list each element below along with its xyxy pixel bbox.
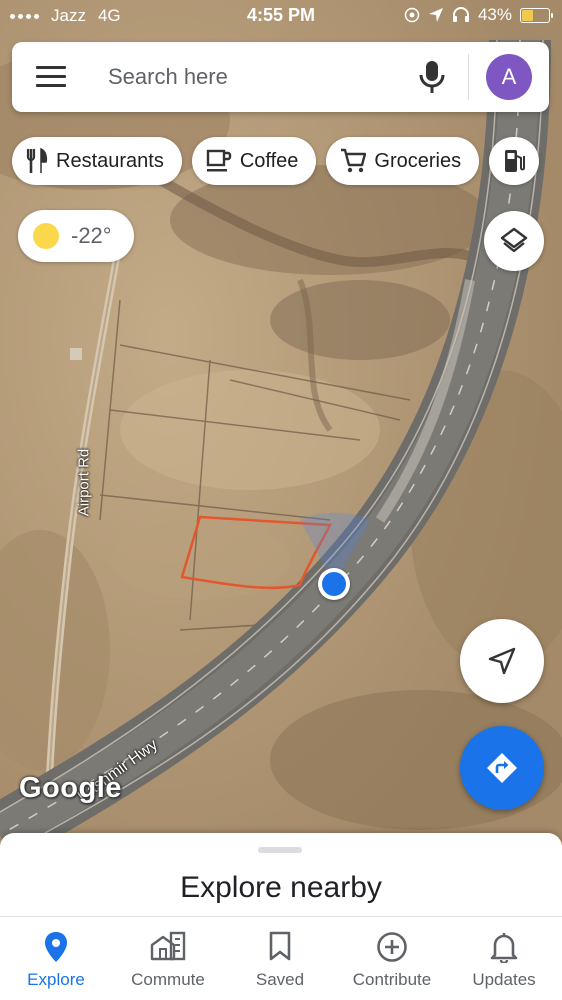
nav-label: Contribute <box>352 970 432 989</box>
nav-saved[interactable]: Saved <box>224 917 336 1000</box>
gas-station-icon <box>505 150 526 172</box>
status-bar: Jazz 4G 4:55 PM 43% <box>0 0 562 32</box>
search-bar[interactable]: A <box>12 42 549 112</box>
battery-icon <box>520 7 553 23</box>
location-services-icon <box>428 8 443 22</box>
nav-contribute[interactable]: Contribute <box>336 917 448 1000</box>
restaurant-icon <box>26 148 48 173</box>
microphone-icon[interactable] <box>416 59 448 95</box>
nav-explore[interactable]: Explore <box>0 917 112 1000</box>
add-circle-icon <box>377 932 407 962</box>
battery-percent: 43% <box>477 5 512 24</box>
search-input[interactable] <box>108 60 398 94</box>
layers-button[interactable] <box>484 211 544 271</box>
my-location-button[interactable] <box>460 619 544 703</box>
nav-label: Commute <box>131 970 205 989</box>
temperature: -22° <box>71 223 112 248</box>
google-logo: Google <box>19 772 122 804</box>
satellite-imagery <box>0 0 562 840</box>
screen-lock-icon <box>404 7 420 23</box>
navigation-arrow-icon <box>488 647 516 675</box>
chip-label: Coffee <box>239 149 299 172</box>
nav-label: Explore <box>27 970 85 989</box>
nav-label: Saved <box>255 970 305 989</box>
chip-label: Groceries <box>374 149 462 172</box>
layers-icon <box>500 227 528 253</box>
chip-groceries[interactable]: Groceries <box>326 137 480 185</box>
headphones-icon <box>452 7 469 22</box>
chip-restaurants[interactable]: Restaurants <box>12 137 182 185</box>
cart-icon <box>341 148 367 173</box>
directions-button[interactable] <box>460 726 544 810</box>
menu-icon[interactable] <box>36 66 66 88</box>
current-location-dot <box>318 568 350 600</box>
sun-icon <box>33 223 59 249</box>
road-label-airport-rd: Airport Rd <box>75 448 93 517</box>
chip-coffee[interactable]: Coffee <box>191 137 317 185</box>
coffee-icon <box>206 149 232 172</box>
weather-chip[interactable]: -22° <box>18 210 134 262</box>
bottom-navigation: Explore Commute Saved Contribute Updates <box>0 916 562 1000</box>
nav-label: Updates <box>472 970 536 989</box>
sheet-title: Explore nearby <box>180 871 382 904</box>
explore-sheet[interactable]: Explore nearby <box>0 833 562 918</box>
nav-commute[interactable]: Commute <box>112 917 224 1000</box>
satellite-map[interactable]: Airport Rd Kashmir Hwy Google <box>0 0 562 840</box>
commute-icon <box>150 931 186 961</box>
chip-label: Restaurants <box>56 149 164 172</box>
category-chips: Restaurants Coffee Groceries <box>12 137 540 185</box>
sheet-drag-handle[interactable] <box>258 847 302 853</box>
chip-gas[interactable] <box>489 137 540 185</box>
directions-icon <box>487 753 517 783</box>
location-pin-icon <box>45 932 67 962</box>
bookmark-icon <box>269 931 291 961</box>
search-divider <box>468 54 469 100</box>
nav-updates[interactable]: Updates <box>448 917 560 1000</box>
account-avatar[interactable]: A <box>486 54 532 100</box>
bell-icon <box>490 933 518 963</box>
